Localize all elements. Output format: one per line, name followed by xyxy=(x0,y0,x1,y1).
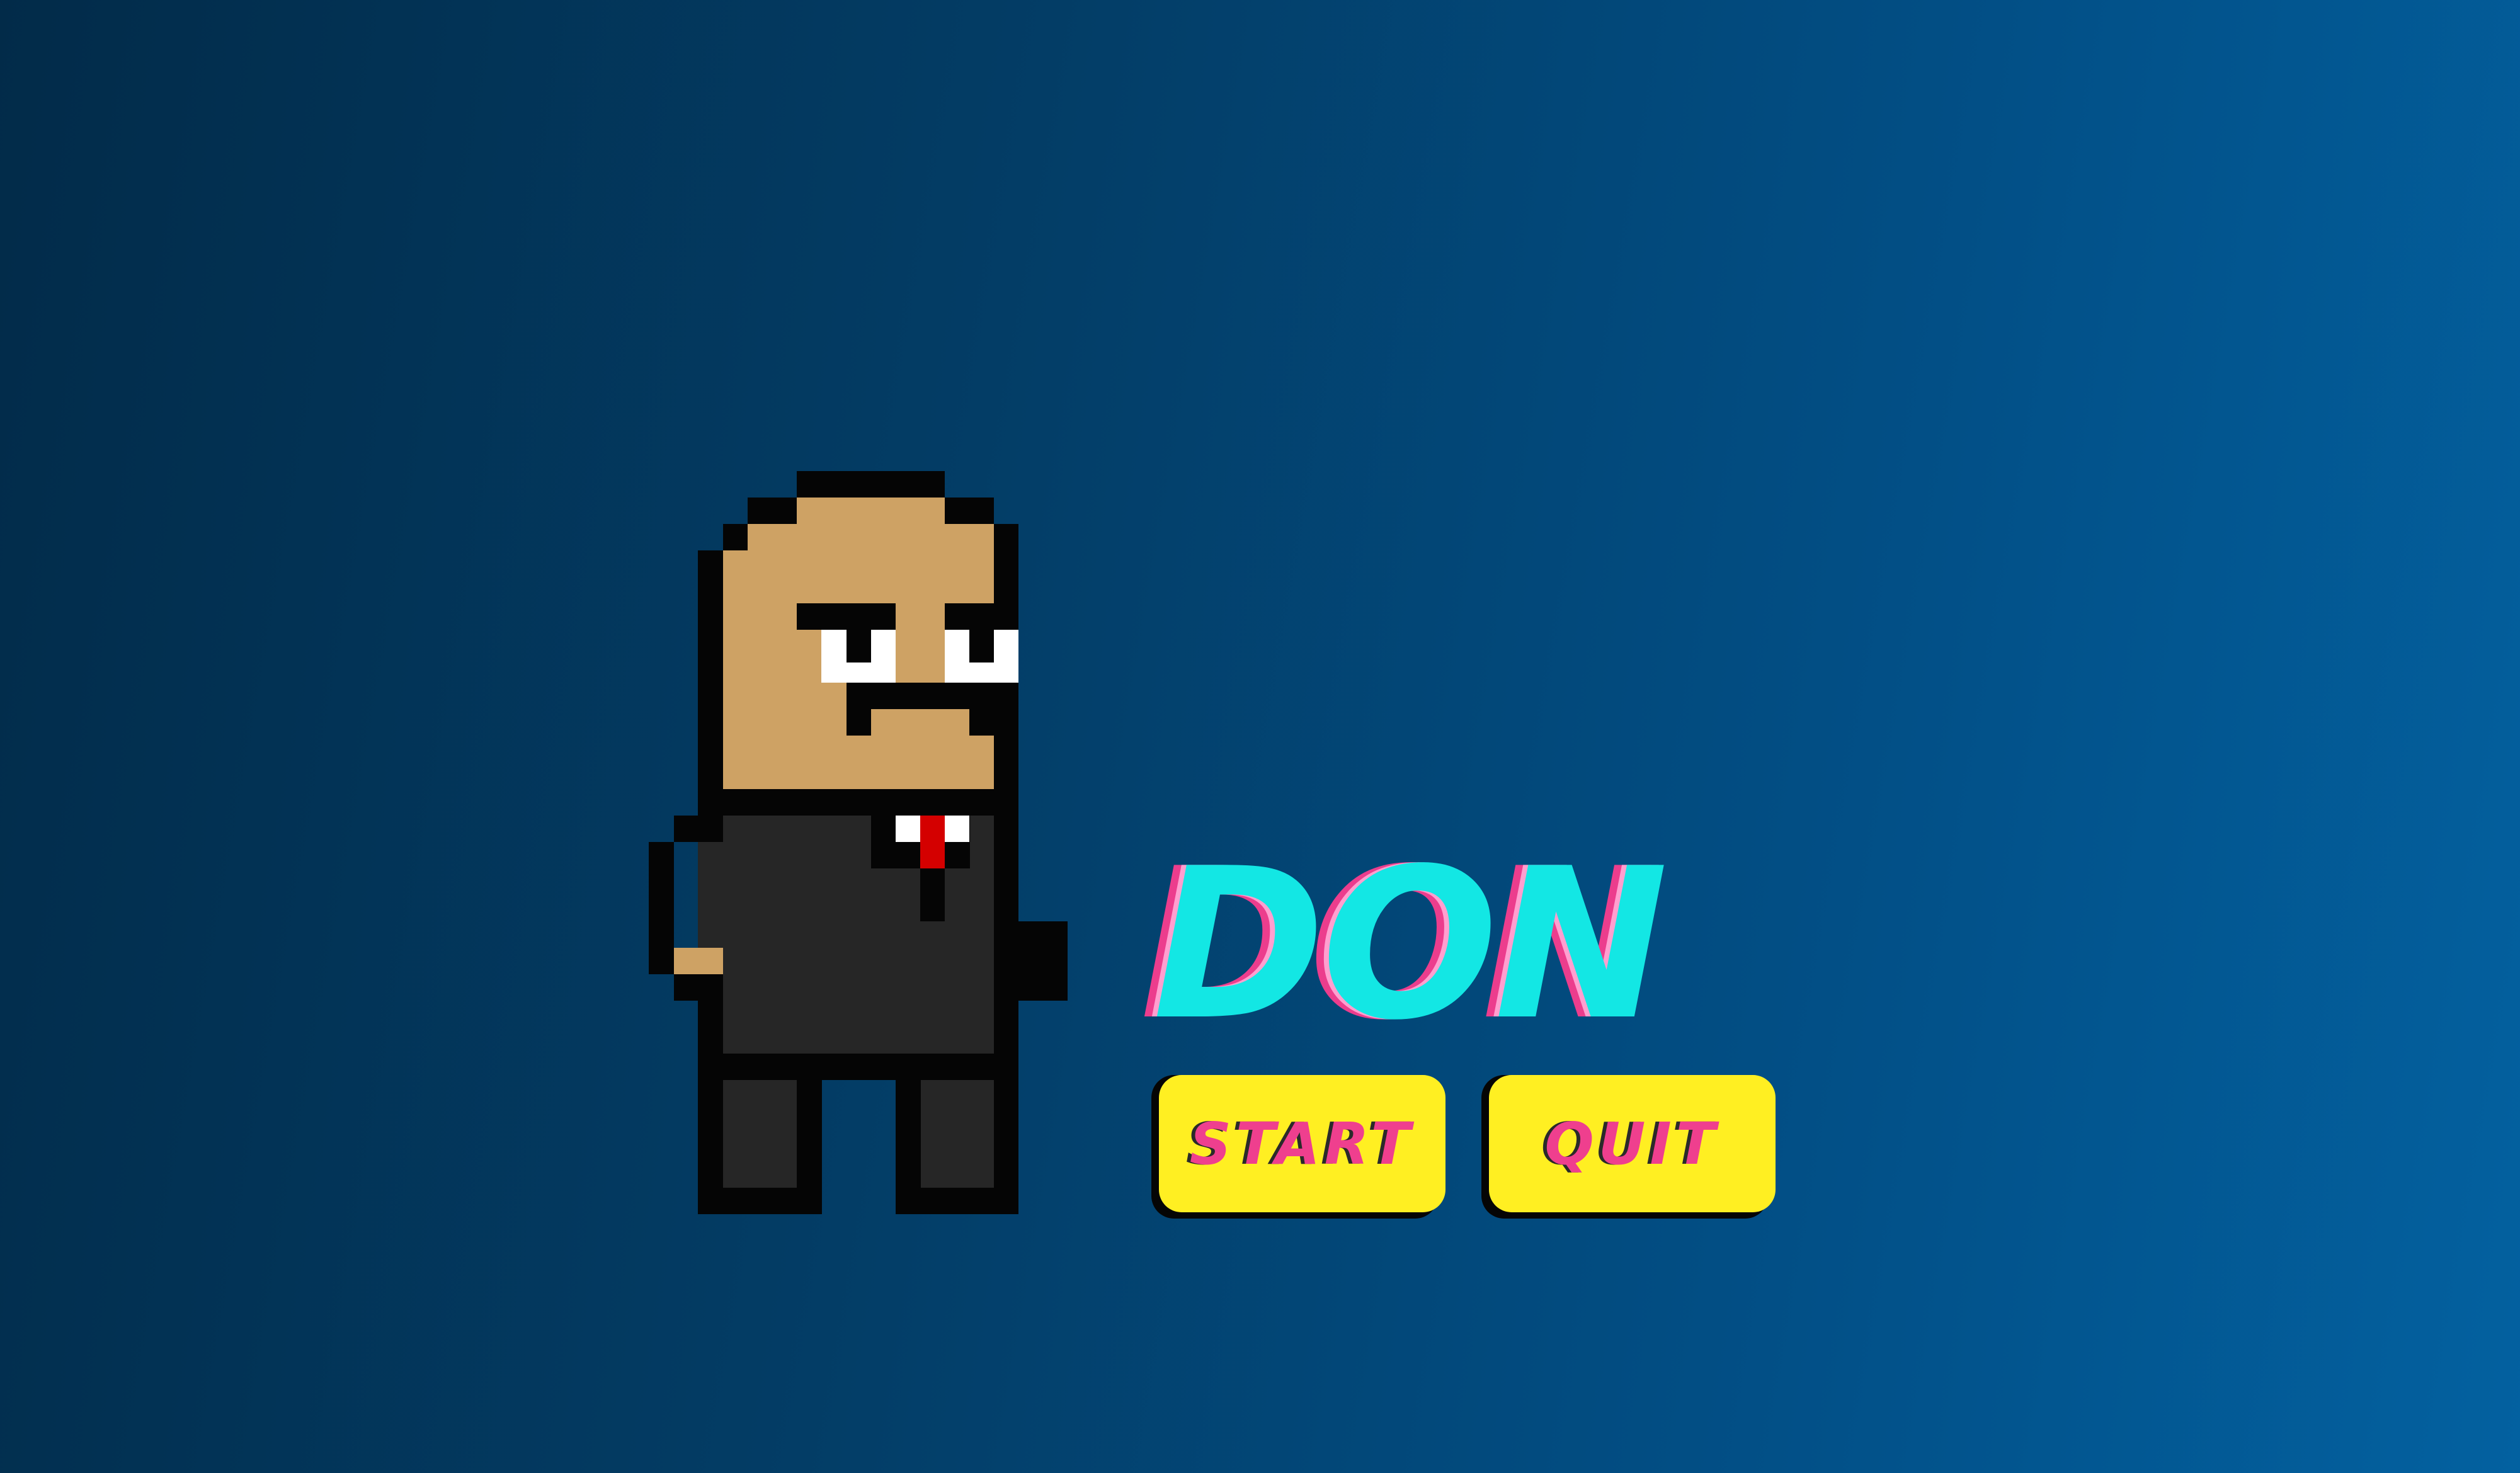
quit-button[interactable]: QUIT xyxy=(1489,1075,1776,1212)
game-title: DON xyxy=(1153,824,1668,1066)
character-legs xyxy=(723,1080,994,1188)
title-screen: DON START QUIT xyxy=(0,0,2520,1473)
quit-button-label: QUIT xyxy=(1544,1110,1720,1178)
start-button-label: START xyxy=(1189,1110,1415,1178)
start-button[interactable]: START xyxy=(1159,1075,1445,1212)
don-character-sprite xyxy=(649,471,1068,1214)
